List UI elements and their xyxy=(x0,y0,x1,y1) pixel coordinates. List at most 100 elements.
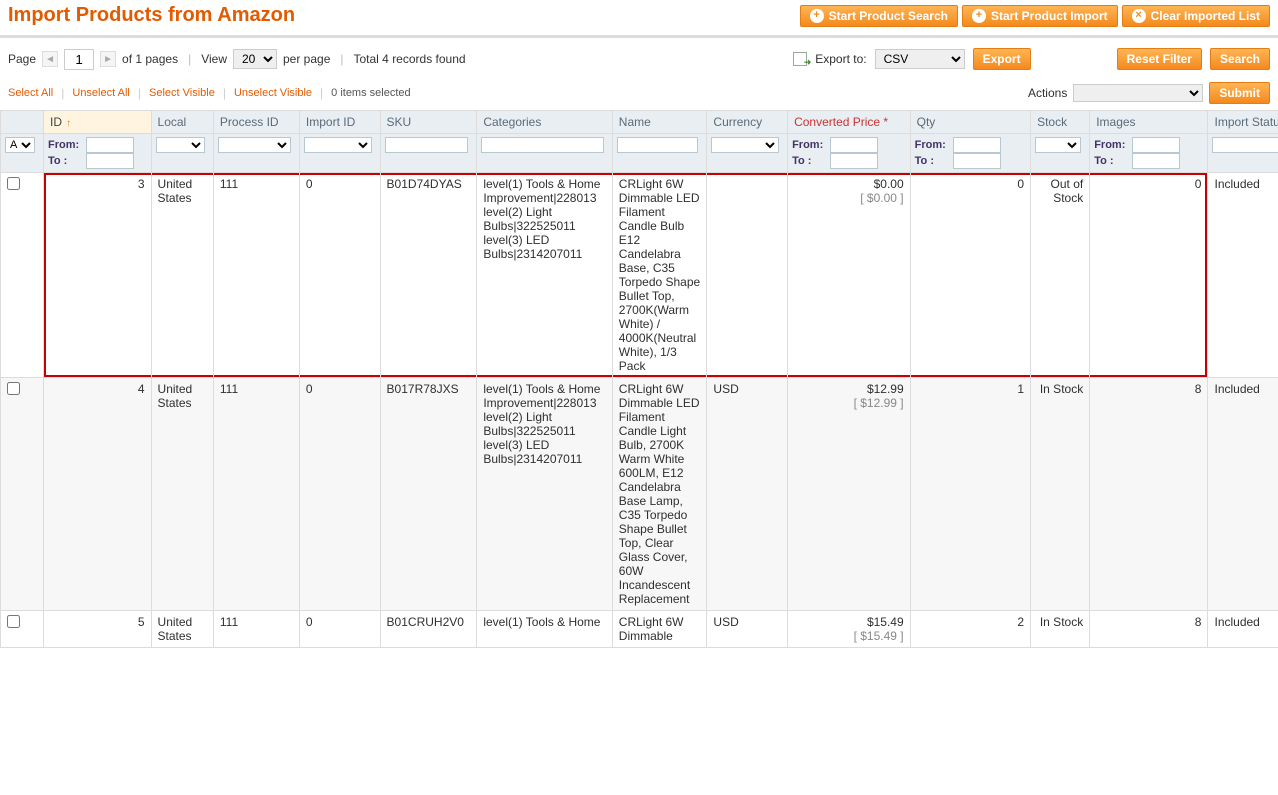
to-label: To : xyxy=(915,155,953,167)
filter-price-to[interactable] xyxy=(830,153,878,169)
page-input[interactable] xyxy=(64,49,94,70)
next-page-button[interactable]: ► xyxy=(100,51,116,67)
products-grid: ID↑ Local Process ID Import ID SKU Categ… xyxy=(0,110,1278,648)
btn-label: Clear Imported List xyxy=(1151,9,1260,23)
actions-label: Actions xyxy=(1028,86,1067,100)
reset-filter-button[interactable]: Reset Filter xyxy=(1117,48,1202,70)
cell-checkbox xyxy=(1,173,44,378)
start-product-import-button[interactable]: + Start Product Import xyxy=(962,5,1118,27)
filter-process-id[interactable] xyxy=(218,137,291,153)
btn-label: Start Product Import xyxy=(991,9,1108,23)
cell-name: CRLight 6W Dimmable xyxy=(612,611,707,648)
filter-name[interactable] xyxy=(617,137,699,153)
perpage-suffix: per page xyxy=(283,52,330,66)
cell-categories: level(1) Tools & Home xyxy=(477,611,612,648)
table-row[interactable]: 3United States1110B01D74DYASlevel(1) Too… xyxy=(1,173,1278,378)
view-label: View xyxy=(201,52,227,66)
col-qty[interactable]: Qty xyxy=(910,111,1030,134)
cell-name: CRLight 6W Dimmable LED Filament Candle … xyxy=(612,173,707,378)
cell-stock: Out of Stock xyxy=(1031,173,1090,378)
filter-id-from[interactable] xyxy=(86,137,134,153)
cell-name: CRLight 6W Dimmable LED Filament Candle … xyxy=(612,378,707,611)
export-label: Export to: xyxy=(815,52,866,66)
col-process-id[interactable]: Process ID xyxy=(213,111,299,134)
col-import-status[interactable]: Import Status xyxy=(1208,111,1278,134)
cell-id: 4 xyxy=(44,378,152,611)
cell-import-id: 0 xyxy=(299,611,380,648)
cell-process-id: 111 xyxy=(213,173,299,378)
filter-id-to[interactable] xyxy=(86,153,134,169)
col-import-id[interactable]: Import ID xyxy=(299,111,380,134)
filter-sku[interactable] xyxy=(385,137,469,153)
to-label: To : xyxy=(48,155,86,167)
cell-price: $0.00[ $0.00 ] xyxy=(788,173,911,378)
cell-currency: USD xyxy=(707,611,788,648)
separator: | xyxy=(340,52,343,66)
unselect-all-link[interactable]: Unselect All xyxy=(72,87,129,99)
cell-checkbox xyxy=(1,378,44,611)
x-icon: × xyxy=(1132,9,1146,23)
filter-categories[interactable] xyxy=(481,137,603,153)
table-row[interactable]: 4United States1110B017R78JXSlevel(1) Too… xyxy=(1,378,1278,611)
col-id[interactable]: ID↑ xyxy=(44,111,152,134)
filter-qty-to[interactable] xyxy=(953,153,1001,169)
from-label: From: xyxy=(915,139,953,151)
plus-icon: + xyxy=(972,9,986,23)
cell-price: $15.49[ $15.49 ] xyxy=(788,611,911,648)
filter-qty-from[interactable] xyxy=(953,137,1001,153)
unselect-visible-link[interactable]: Unselect Visible xyxy=(234,87,312,99)
cell-import-status: Included xyxy=(1208,173,1278,378)
filter-currency[interactable] xyxy=(711,137,779,153)
col-currency[interactable]: Currency xyxy=(707,111,788,134)
actions-select[interactable] xyxy=(1073,84,1203,102)
prev-page-button[interactable]: ◄ xyxy=(42,51,58,67)
filter-price-from[interactable] xyxy=(830,137,878,153)
col-images[interactable]: Images xyxy=(1090,111,1208,134)
cell-checkbox xyxy=(1,611,44,648)
col-categories[interactable]: Categories xyxy=(477,111,612,134)
perpage-select[interactable]: 20 xyxy=(233,49,277,69)
table-row[interactable]: 5United States1110B01CRUH2V0level(1) Too… xyxy=(1,611,1278,648)
col-name[interactable]: Name xyxy=(612,111,707,134)
select-all-link[interactable]: Select All xyxy=(8,87,53,99)
filter-images-from[interactable] xyxy=(1132,137,1180,153)
sort-asc-icon: ↑ xyxy=(66,118,71,129)
filter-local[interactable] xyxy=(156,137,205,153)
cell-import-status: Included xyxy=(1208,378,1278,611)
cell-sku: B017R78JXS xyxy=(380,378,477,611)
from-label: From: xyxy=(1094,139,1132,151)
cell-process-id: 111 xyxy=(213,378,299,611)
plus-icon: + xyxy=(810,9,824,23)
export-select[interactable]: CSV xyxy=(875,49,965,69)
filter-any-select[interactable]: Any xyxy=(5,137,35,153)
cell-qty: 1 xyxy=(910,378,1030,611)
start-product-search-button[interactable]: +Start Product Search xyxy=(800,5,958,27)
col-converted-price[interactable]: Converted Price * xyxy=(788,111,911,134)
submit-button[interactable]: Submit xyxy=(1209,82,1270,104)
cell-sku: B01D74DYAS xyxy=(380,173,477,378)
export-button[interactable]: Export xyxy=(973,48,1031,70)
cell-id: 3 xyxy=(44,173,152,378)
row-checkbox[interactable] xyxy=(7,177,20,190)
cell-price: $12.99[ $12.99 ] xyxy=(788,378,911,611)
select-visible-link[interactable]: Select Visible xyxy=(149,87,215,99)
cell-id: 5 xyxy=(44,611,152,648)
col-sku[interactable]: SKU xyxy=(380,111,477,134)
cell-stock: In Stock xyxy=(1031,378,1090,611)
filter-stock[interactable] xyxy=(1035,137,1081,153)
cell-categories: level(1) Tools & Home Improvement|228013… xyxy=(477,378,612,611)
row-checkbox[interactable] xyxy=(7,615,20,628)
cell-import-id: 0 xyxy=(299,173,380,378)
row-checkbox[interactable] xyxy=(7,382,20,395)
col-stock[interactable]: Stock xyxy=(1031,111,1090,134)
filter-import-status[interactable] xyxy=(1212,137,1278,153)
search-button[interactable]: Search xyxy=(1210,48,1270,70)
filter-images-to[interactable] xyxy=(1132,153,1180,169)
col-local[interactable]: Local xyxy=(151,111,213,134)
filter-import-id[interactable] xyxy=(304,137,372,153)
cell-images: 0 xyxy=(1090,173,1208,378)
cell-local: United States xyxy=(151,173,213,378)
cell-import-id: 0 xyxy=(299,378,380,611)
clear-imported-list-button[interactable]: × Clear Imported List xyxy=(1122,5,1270,27)
cell-currency xyxy=(707,173,788,378)
